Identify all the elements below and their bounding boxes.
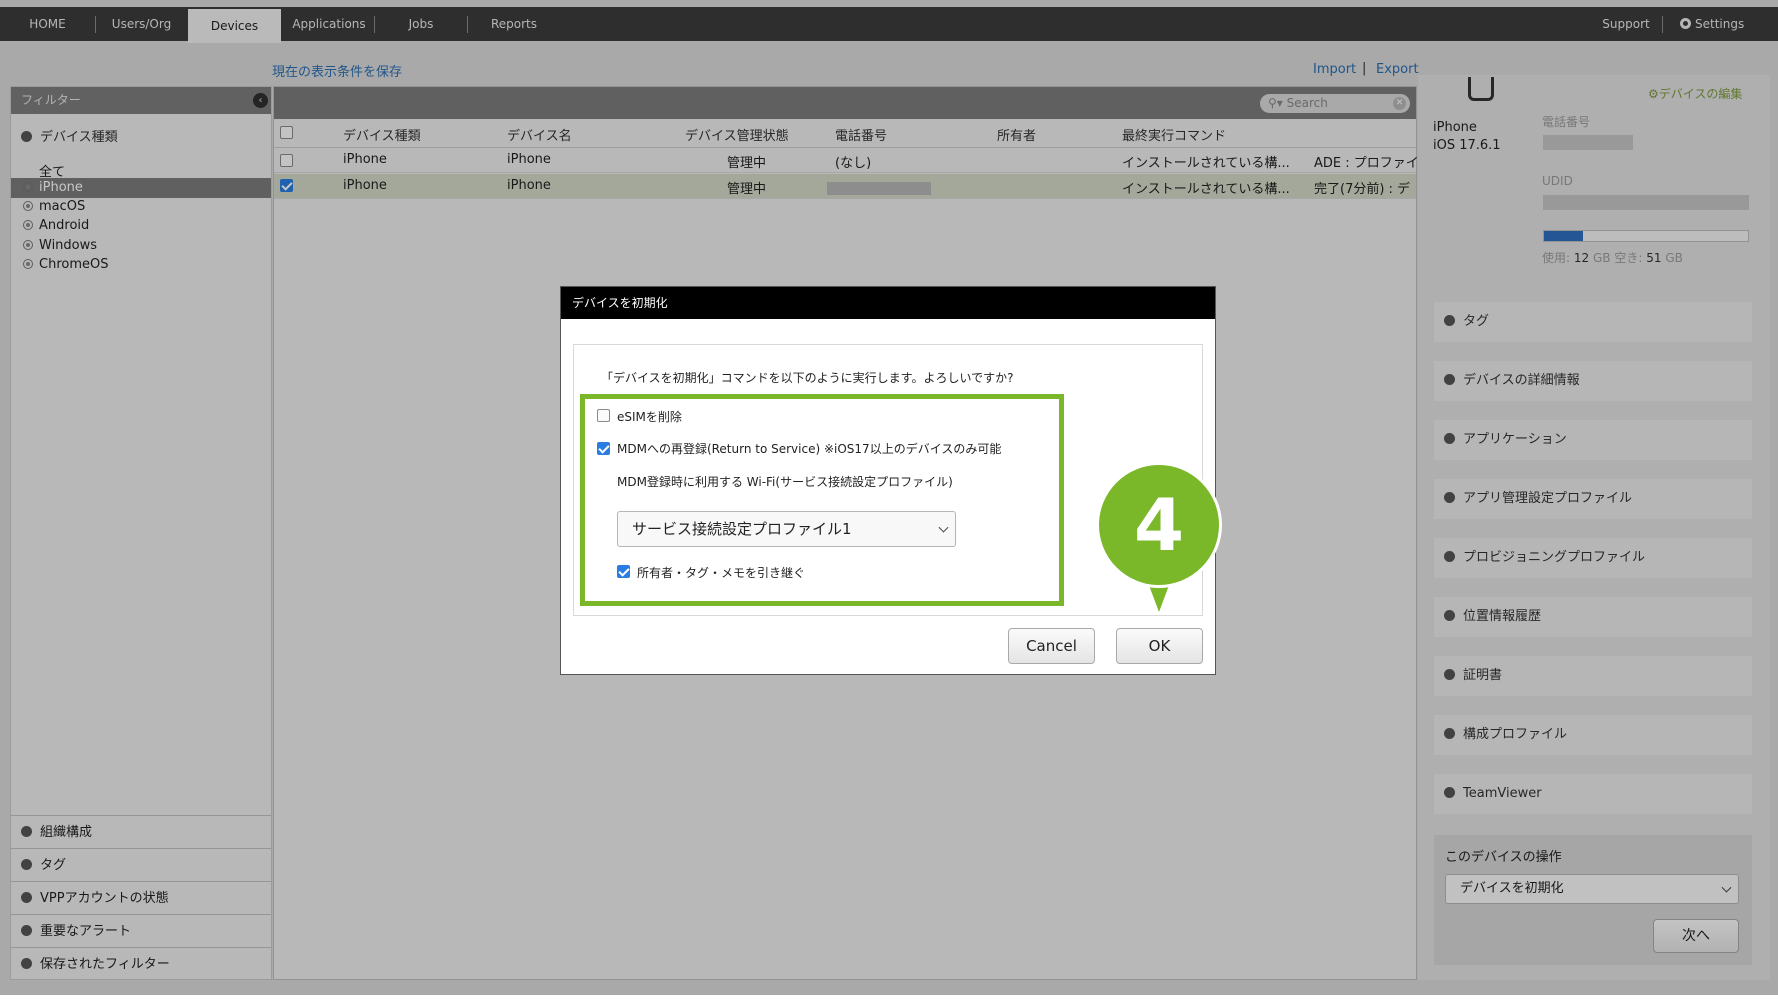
app-screen: HOME Users/Org Devices Applications Jobs… [0, 0, 1778, 995]
cancel-button[interactable]: Cancel [1008, 628, 1095, 664]
step-callout: 4 [1096, 462, 1226, 624]
dialog-title: デバイスを初期化 [561, 287, 1215, 319]
highlight-frame [580, 394, 1064, 606]
step-number: 4 [1096, 462, 1222, 588]
dialog-question: 「デバイスを初期化」コマンドを以下のように実行します。よろしいですか? [601, 371, 1014, 385]
ok-button[interactable]: OK [1116, 628, 1203, 664]
